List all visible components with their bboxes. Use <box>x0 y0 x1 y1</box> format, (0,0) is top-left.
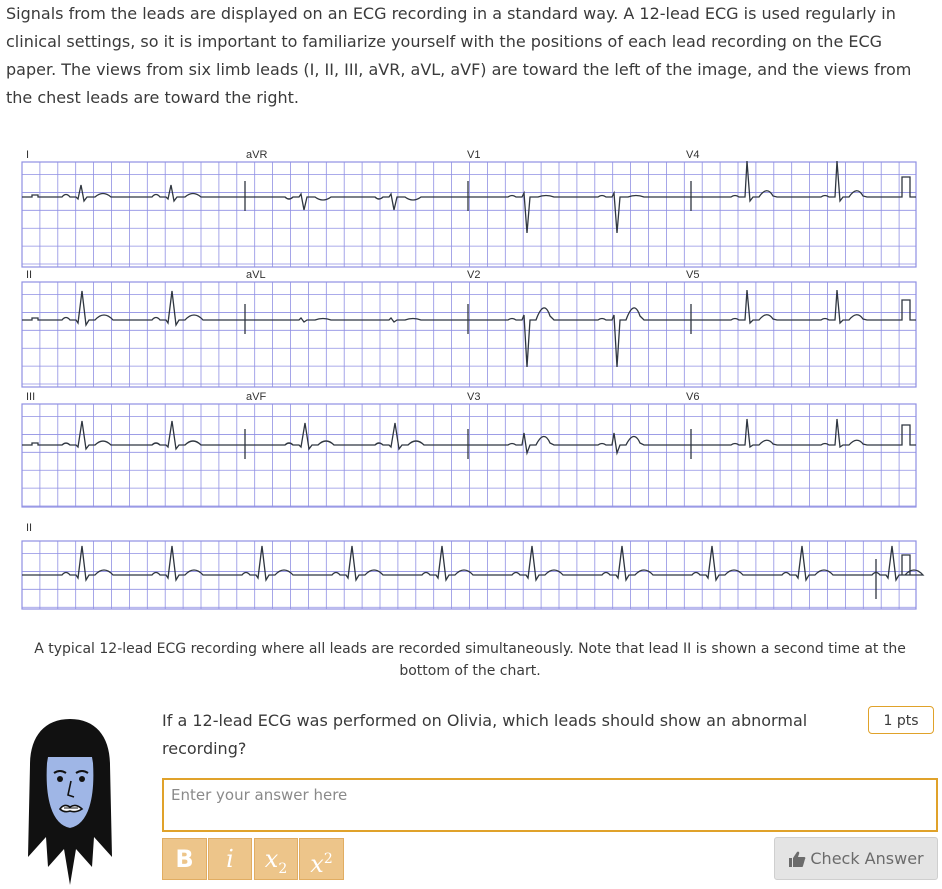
lead-label: V5 <box>686 269 699 281</box>
italic-label: i <box>226 845 234 873</box>
thumbs-up-icon <box>789 851 806 867</box>
bold-button[interactable]: B <box>162 838 207 880</box>
ecg-lead-labels: IaVR V1 V4 II aVL V2 V5 III aVF V3 V6 II <box>26 150 699 534</box>
lead-label: V1 <box>467 150 480 161</box>
subscript-mark: 2 <box>278 860 288 877</box>
italic-button[interactable]: i <box>208 838 252 880</box>
check-answer-label: Check Answer <box>810 849 924 868</box>
lead-label: I <box>26 150 29 161</box>
subscript-base: x <box>264 845 279 873</box>
ecg-grid <box>21 161 917 610</box>
lead-label: V3 <box>467 391 480 403</box>
lead-label: III <box>26 391 35 403</box>
points-badge: 1 pts <box>868 706 934 734</box>
intro-text: Signals from the leads are displayed on … <box>6 4 912 107</box>
superscript-base: x <box>310 850 324 878</box>
subscript-button[interactable]: x2 <box>254 838 298 880</box>
lead-trace <box>22 160 916 234</box>
lead-label: V6 <box>686 391 699 403</box>
lead-label: II <box>26 269 32 281</box>
chart-caption: A typical 12-lead ECG recording where al… <box>34 641 906 679</box>
lead-label: aVR <box>246 150 267 161</box>
grid-panel <box>21 161 917 268</box>
question-text: If a 12-lead ECG was performed on Olivia… <box>162 711 808 758</box>
check-answer-button[interactable]: Check Answer <box>774 837 938 880</box>
lead-trace <box>22 418 916 456</box>
superscript-mark: 2 <box>323 851 333 867</box>
lead-label: V2 <box>467 269 480 281</box>
answer-input[interactable] <box>162 778 938 832</box>
ecg-chart: IaVR V1 V4 II aVL V2 V5 III aVF V3 V6 II <box>21 150 925 610</box>
lead-trace <box>22 289 916 368</box>
bold-label: B <box>175 845 194 873</box>
grid-panel <box>21 281 917 388</box>
olivia-avatar <box>28 719 112 885</box>
rhythm-strip-trace <box>22 545 925 582</box>
lead-label: aVF <box>246 391 266 403</box>
superscript-button[interactable]: x2 <box>299 838 344 880</box>
lead-label: V4 <box>686 150 699 161</box>
lead-label: aVL <box>246 269 266 281</box>
ecg-traces <box>22 160 925 599</box>
grid-panel <box>21 403 917 508</box>
lead-label: II <box>26 522 32 534</box>
